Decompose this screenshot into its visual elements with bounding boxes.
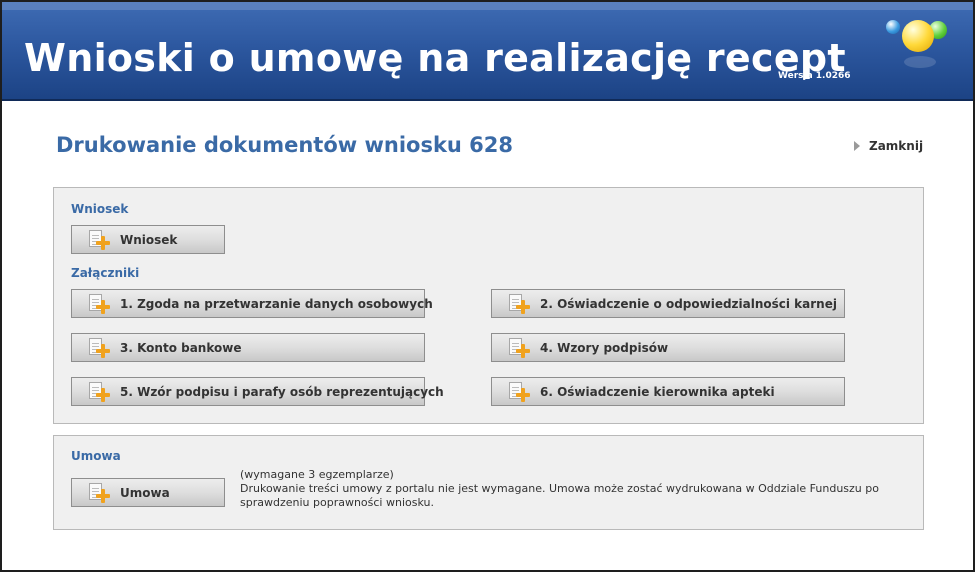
attachment-button-3[interactable]: 3. Konto bankowe: [71, 333, 425, 362]
document-add-icon: [506, 293, 530, 315]
close-link[interactable]: Zamknij: [854, 139, 923, 153]
contract-note-required: (wymagane 3 egzemplarze): [240, 468, 394, 481]
umowa-button[interactable]: Umowa: [71, 478, 225, 507]
app-window: Wnioski o umowę na realizację recept Wer…: [0, 0, 975, 572]
section-label-umowa: Umowa: [71, 449, 121, 463]
contract-note-text: Drukowanie treści umowy z portalu nie je…: [240, 482, 879, 509]
colored-balls-logo-icon: [882, 14, 952, 74]
documents-panel: Wniosek Wniosek Załączniki 1. Zgoda na p…: [53, 187, 924, 424]
attachment-button-6[interactable]: 6. Oświadczenie kierownika apteki: [491, 377, 845, 406]
button-label: Wniosek: [120, 232, 178, 247]
document-add-icon: [506, 381, 530, 403]
document-add-icon: [86, 293, 110, 315]
wniosek-button[interactable]: Wniosek: [71, 225, 225, 254]
header-banner: Wnioski o umowę na realizację recept Wer…: [2, 2, 973, 101]
arrow-right-icon: [854, 141, 860, 151]
document-add-icon: [506, 337, 530, 359]
page-title: Drukowanie dokumentów wniosku 628: [56, 133, 514, 157]
app-title: Wnioski o umowę na realizację recept: [24, 36, 846, 80]
button-label: 5. Wzór podpisu i parafy osób reprezentu…: [120, 384, 444, 399]
button-label: 6. Oświadczenie kierownika apteki: [540, 384, 775, 399]
document-add-icon: [86, 337, 110, 359]
blue-ball-icon: [886, 20, 900, 34]
section-label-wniosek: Wniosek: [71, 202, 129, 216]
contract-panel: Umowa Umowa (wymagane 3 egzemplarze) Dru…: [53, 435, 924, 530]
button-label: 1. Zgoda na przetwarzanie danych osobowy…: [120, 296, 433, 311]
button-label: 3. Konto bankowe: [120, 340, 242, 355]
button-label: Umowa: [120, 485, 170, 500]
attachment-button-2[interactable]: 2. Oświadczenie o odpowiedzialności karn…: [491, 289, 845, 318]
app-version: Wersja 1.0266: [778, 71, 851, 81]
attachment-button-5[interactable]: 5. Wzór podpisu i parafy osób reprezentu…: [71, 377, 444, 406]
contract-note: (wymagane 3 egzemplarze) Drukowanie treś…: [240, 468, 900, 510]
yellow-ball-icon: [902, 20, 934, 52]
button-label: 4. Wzory podpisów: [540, 340, 669, 355]
attachment-button-4[interactable]: 4. Wzory podpisów: [491, 333, 845, 362]
document-add-icon: [86, 381, 110, 403]
document-add-icon: [86, 229, 110, 251]
close-label: Zamknij: [869, 139, 924, 153]
section-label-zalaczniki: Załączniki: [71, 266, 140, 280]
document-add-icon: [86, 482, 110, 504]
button-label: 2. Oświadczenie o odpowiedzialności karn…: [540, 296, 837, 311]
attachment-button-1[interactable]: 1. Zgoda na przetwarzanie danych osobowy…: [71, 289, 433, 318]
